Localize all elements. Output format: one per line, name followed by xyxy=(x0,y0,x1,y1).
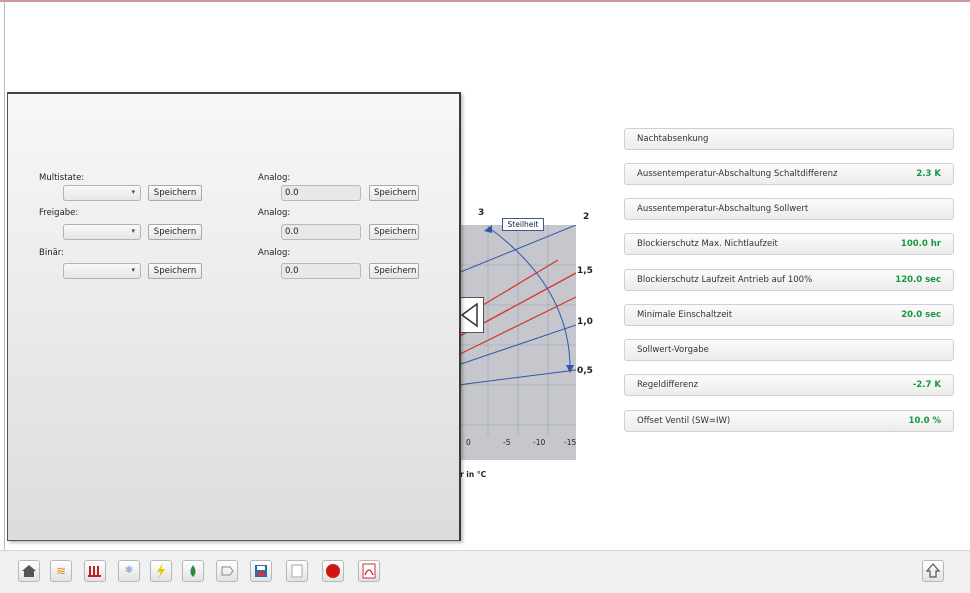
tag-icon[interactable] xyxy=(216,560,238,582)
param-nachtabsenkung[interactable]: Nachtabsenkung xyxy=(624,128,954,150)
steilheit-arc xyxy=(487,226,571,366)
pdf-icon[interactable] xyxy=(358,560,380,582)
curve-2 xyxy=(457,224,577,274)
radiator-icon[interactable] xyxy=(84,560,106,582)
x-tick-minus-5: -5 xyxy=(503,438,511,447)
top-accent-line xyxy=(0,0,970,2)
curve-label-0-5: 0,5 xyxy=(577,366,593,376)
heating-curve-svg xyxy=(457,224,577,435)
water-drop-icon[interactable] xyxy=(182,560,204,582)
x-tick-0: 0 xyxy=(466,438,471,447)
dropdown-arrow-icon: ▾ xyxy=(131,227,135,235)
curve-0-5 xyxy=(457,369,577,386)
freigabe-dropdown[interactable]: ▾ xyxy=(63,224,141,240)
curve-label-1-0: 1,0 xyxy=(577,317,593,327)
snowflake-icon[interactable]: ❄ xyxy=(118,560,140,582)
binaer-save-button[interactable]: Speichern xyxy=(148,263,202,279)
heating-icon[interactable]: ≋ xyxy=(50,560,72,582)
param-offset-ventil[interactable]: Offset Ventil (SW=IW) 10.0 % xyxy=(624,410,954,432)
window-edge xyxy=(4,2,5,550)
floppy-disk-icon[interactable] xyxy=(250,560,272,582)
freigabe-label: Freigabe: xyxy=(39,208,79,218)
analog-2-save-button[interactable]: Speichern xyxy=(369,224,419,240)
curve-label-1-5: 1,5 xyxy=(577,266,593,276)
home-icon[interactable] xyxy=(18,560,40,582)
param-minimale-einschaltzeit[interactable]: Minimale Einschaltzeit 20.0 sec xyxy=(624,304,954,326)
record-icon[interactable] xyxy=(322,560,344,582)
param-aussentemp-sollwert[interactable]: Aussentemperatur-Abschaltung Sollwert xyxy=(624,198,954,220)
analog-1-save-button[interactable]: Speichern xyxy=(369,185,419,201)
freigabe-save-button[interactable]: Speichern xyxy=(148,224,202,240)
curve-label-2: 2 xyxy=(583,212,590,222)
param-blockierschutz-laufzeit[interactable]: Blockierschutz Laufzeit Antrieb auf 100%… xyxy=(624,269,954,291)
param-regeldifferenz[interactable]: Regeldifferenz -2.7 K xyxy=(624,374,954,396)
dropdown-arrow-icon: ▾ xyxy=(131,266,135,274)
analog-label-1: Analog: xyxy=(258,173,291,183)
up-arrow-icon[interactable] xyxy=(922,560,944,582)
param-aussentemp-schaltdifferenz[interactable]: Aussentemperatur-Abschaltung Schaltdiffe… xyxy=(624,163,954,185)
analog-input-1[interactable]: 0.0 xyxy=(281,185,361,201)
analog-label-3: Analog: xyxy=(258,248,291,258)
steilheit-label: Steilheit xyxy=(502,218,544,231)
x-tick-minus-10: -10 xyxy=(533,438,546,447)
analog-input-3[interactable]: 0.0 xyxy=(281,263,361,279)
heating-curve-chart xyxy=(457,224,577,460)
dropdown-arrow-icon: ▾ xyxy=(131,188,135,196)
param-blockierschutz-nichtlaufzeit[interactable]: Blockierschutz Max. Nichtlaufzeit 100.0 h… xyxy=(624,233,954,255)
x-tick-minus-15: -15 xyxy=(564,438,577,447)
curve-label-3: 3 xyxy=(478,208,485,218)
analog-3-save-button[interactable]: Speichern xyxy=(369,263,419,279)
param-sollwert-vorgabe[interactable]: Sollwert-Vorgabe xyxy=(624,339,954,361)
analog-input-2[interactable]: 0.0 xyxy=(281,224,361,240)
x-axis-label: r in °C xyxy=(460,470,487,479)
multistate-label: Multistate: xyxy=(39,173,85,183)
input-overlay-panel: Multistate: ▾ Speichern Freigabe: ▾ Spei… xyxy=(7,92,461,541)
binaer-dropdown[interactable]: ▾ xyxy=(63,263,141,279)
multistate-dropdown[interactable]: ▾ xyxy=(63,185,141,201)
multistate-save-button[interactable]: Speichern xyxy=(148,185,202,201)
lightning-icon[interactable] xyxy=(150,560,172,582)
analog-label-2: Analog: xyxy=(258,208,291,218)
binaer-label: Binär: xyxy=(39,248,64,258)
blank-page-icon[interactable] xyxy=(286,560,308,582)
bottom-toolbar xyxy=(0,550,970,593)
